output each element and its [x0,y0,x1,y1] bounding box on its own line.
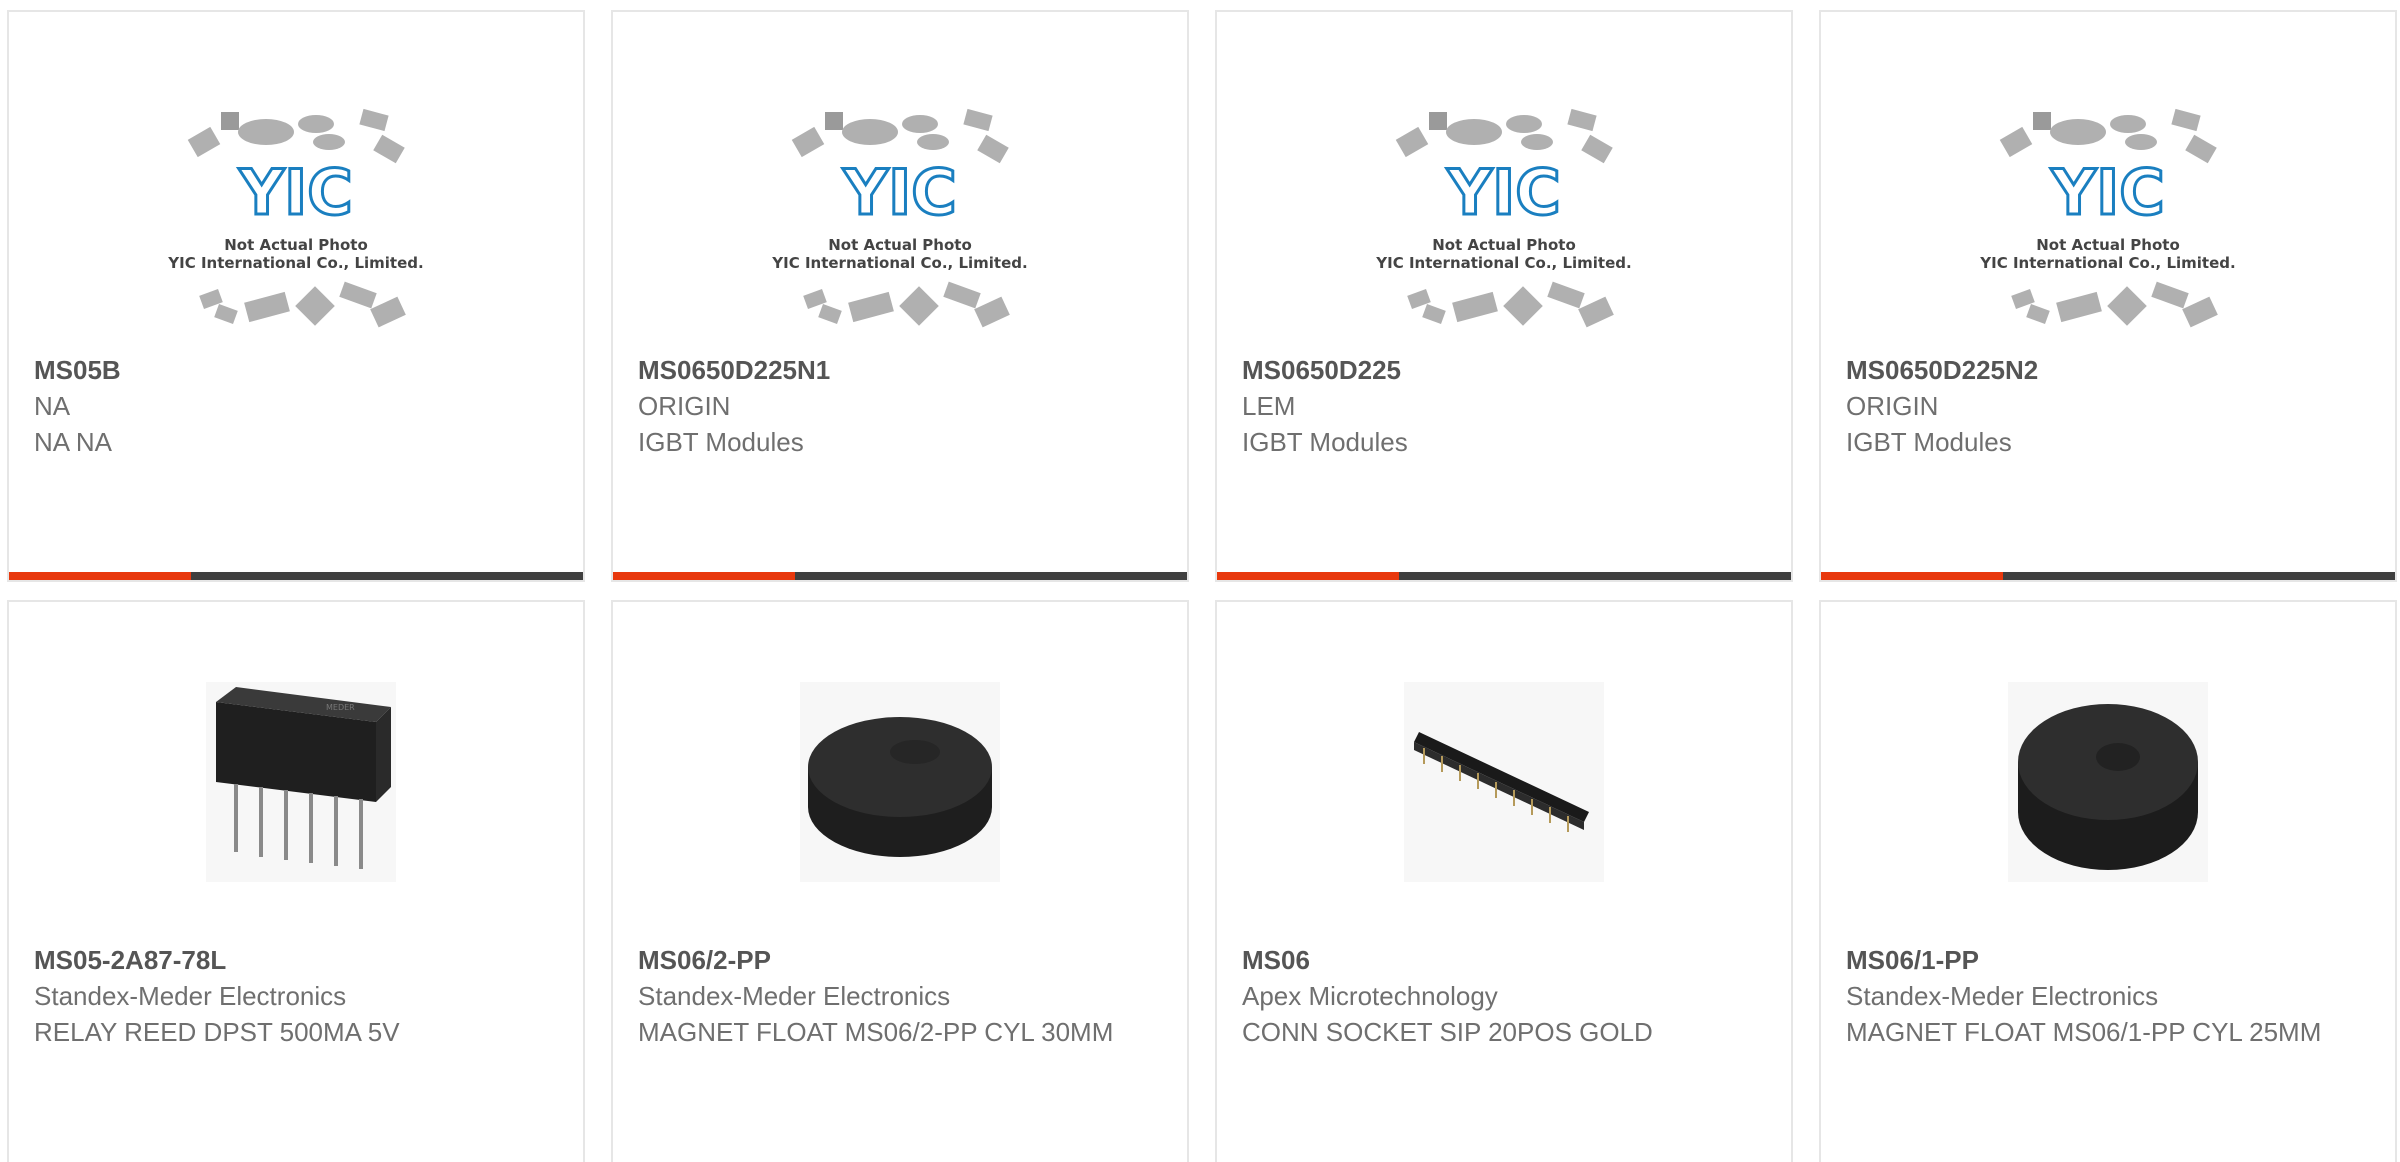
manufacturer: NA [34,391,71,421]
magnet-float-icon [2008,682,2208,882]
accent-bar [613,572,795,580]
description: MAGNET FLOAT MS06/2-PP CYL 30MM [638,1017,1114,1047]
svg-text:Not Actual Photo: Not Actual Photo [1432,236,1576,254]
not-actual-photo-placeholder: YIC Not Actual Photo YIC International C… [771,108,1028,328]
product-card[interactable]: YIC Not Actual Photo YIC International C… [1215,10,1793,582]
product-card[interactable]: YIC Not Actual Photo YIC International C… [611,10,1189,582]
product-card[interactable]: MS06 Apex Microtechnology CONN SOCKET SI… [1215,600,1793,1162]
svg-text:Not Actual Photo: Not Actual Photo [2036,236,2180,254]
manufacturer: Standex-Meder Electronics [638,981,951,1011]
svg-text:MEDER: MEDER [326,703,355,712]
svg-text:YIC International Co., Limited: YIC International Co., Limited. [167,254,423,272]
not-actual-photo-placeholder: YIC Not Actual Photo YIC International C… [1375,108,1632,328]
product-grid: YIC Not Actual Photo YIC International C… [0,0,2400,1162]
description: CONN SOCKET SIP 20POS GOLD [1242,1017,1653,1047]
card-bottom-bar [9,572,583,580]
card-bottom-bar [613,572,1187,580]
not-actual-photo-placeholder: YIC Not Actual Photo YIC International C… [167,108,424,328]
part-number[interactable]: MS0650D225 [1242,352,1771,388]
yic-logo-text: YIC [842,156,956,229]
manufacturer: LEM [1242,391,1296,421]
manufacturer: ORIGIN [1846,391,1939,421]
part-number[interactable]: MS05-2A87-78L [34,942,563,978]
accent-bar [9,572,191,580]
svg-text:YIC International Co., Limited: YIC International Co., Limited. [1375,254,1631,272]
accent-bar [1217,572,1399,580]
manufacturer: Standex-Meder Electronics [1846,981,2159,1011]
accent-bar [1821,572,2003,580]
manufacturer: Standex-Meder Electronics [34,981,347,1011]
svg-text:Not Actual Photo: Not Actual Photo [224,236,368,254]
description: MAGNET FLOAT MS06/1-PP CYL 25MM [1846,1017,2322,1047]
yic-logo-text: YIC [1446,156,1560,229]
relay-icon: MEDER [206,682,396,882]
product-card[interactable]: MS06/1-PP Standex-Meder Electronics MAGN… [1819,600,2397,1162]
yic-logo-text: YIC [2050,156,2164,229]
product-card[interactable]: MS06/2-PP Standex-Meder Electronics MAGN… [611,600,1189,1162]
part-number[interactable]: MS06 [1242,942,1771,978]
manufacturer: Apex Microtechnology [1242,981,1498,1011]
description: RELAY REED DPST 500MA 5V [34,1017,400,1047]
socket-strip-icon [1404,682,1604,882]
part-number[interactable]: MS06/1-PP [1846,942,2375,978]
part-number[interactable]: MS06/2-PP [638,942,1167,978]
description: IGBT Modules [1242,427,1408,457]
description: NA NA [34,427,113,457]
svg-text:Not Actual Photo: Not Actual Photo [828,236,972,254]
product-card[interactable]: YIC Not Actual Photo YIC International C… [7,10,585,582]
part-number[interactable]: MS0650D225N1 [638,352,1167,388]
yic-logo-text: YIC [238,156,352,229]
product-card[interactable]: MEDER MS05-2A87-78L Standex-Meder Electr… [7,600,585,1162]
description: IGBT Modules [1846,427,2012,457]
product-card[interactable]: YIC Not Actual Photo YIC International C… [1819,10,2397,582]
card-bottom-bar [1217,572,1791,580]
magnet-float-icon [800,682,1000,882]
svg-text:YIC International Co., Limited: YIC International Co., Limited. [1979,254,2235,272]
description: IGBT Modules [638,427,804,457]
manufacturer: ORIGIN [638,391,731,421]
not-actual-photo-placeholder: YIC Not Actual Photo YIC International C… [1979,108,2236,328]
svg-text:YIC International Co., Limited: YIC International Co., Limited. [771,254,1027,272]
card-bottom-bar [1821,572,2395,580]
part-number[interactable]: MS05B [34,352,563,388]
part-number[interactable]: MS0650D225N2 [1846,352,2375,388]
